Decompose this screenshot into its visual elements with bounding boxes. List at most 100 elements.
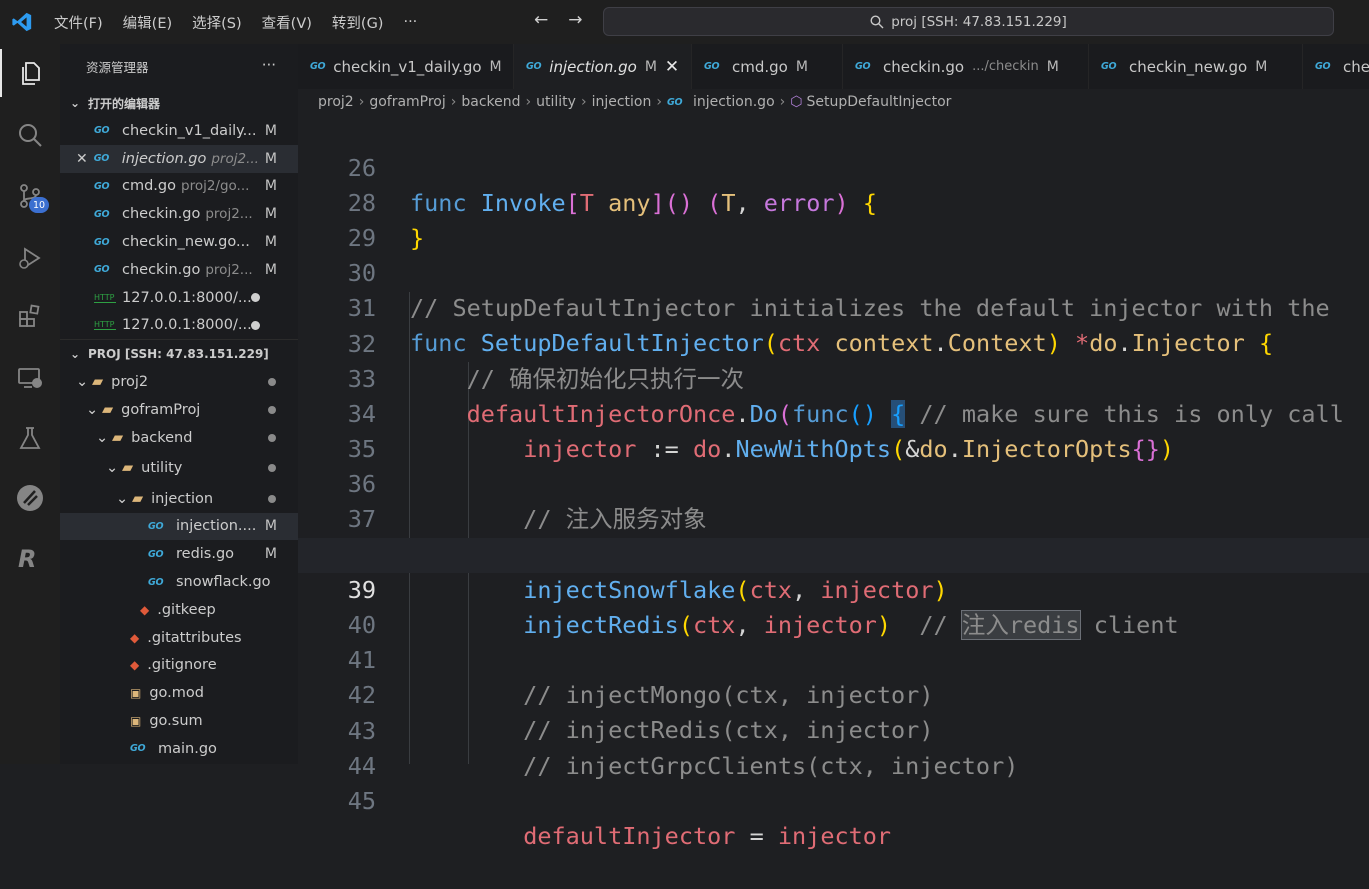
menu-go[interactable]: 转到(G) (322, 12, 394, 33)
project-section[interactable]: ⌄ PROJ [SSH: 47.83.151.229] (60, 339, 298, 368)
menu-more[interactable]: ··· (393, 14, 427, 30)
git-status-dot (268, 433, 276, 442)
modified-flag: M (1046, 58, 1059, 75)
tree-file[interactable]: GO main.go (60, 735, 298, 763)
editor-tabs: GO checkin_v1_daily.go M GO injection.go… (298, 44, 1369, 89)
go-file-icon: GO (94, 208, 110, 220)
chevron-down-icon: ⌄ (69, 96, 81, 110)
folder-open-icon: ▰ (122, 460, 134, 477)
folder-name: backend (131, 429, 193, 446)
forward-arrow-icon[interactable]: → (568, 10, 582, 30)
git-status-dot (268, 406, 276, 415)
go-extension-icon[interactable] (0, 474, 60, 522)
open-editor-item[interactable]: GO checkin.go proj2... M (60, 200, 298, 228)
code-line: 34 injector := do.NewWithOpts(&do.Inject… (298, 362, 1369, 463)
explorer-icon[interactable] (0, 49, 60, 97)
file-name: go.mod (149, 685, 204, 702)
breadcrumb-item[interactable]: proj2 (318, 94, 354, 110)
tree-folder[interactable]: ⌄ ▰ proj2 (60, 368, 298, 396)
git-status-dot (268, 464, 276, 473)
go-file-icon: GO (1101, 61, 1117, 72)
file-path: proj2/go... (181, 178, 250, 195)
tree-file[interactable]: ▣ go.mod (60, 679, 298, 707)
tab-label: checkin_v1_daily.go (333, 57, 482, 76)
file-name: .gitkeep (157, 601, 216, 618)
tab-cmd[interactable]: GO cmd.go M (692, 44, 843, 89)
tab-partial[interactable]: GO chec (1303, 44, 1369, 89)
go-file-icon: GO (94, 236, 110, 248)
open-editor-item[interactable]: HTTP 127.0.0.1:8000/... (60, 312, 298, 340)
close-icon[interactable]: ✕ (76, 151, 88, 167)
breadcrumb-item[interactable]: injection.go (693, 94, 775, 110)
code-line: 26 func Invoke[T any]() (T, error) { (298, 116, 1369, 217)
tree-file-selected[interactable]: GO injection.... M (60, 512, 298, 541)
source-control-icon[interactable]: 10 (0, 172, 60, 220)
menu-view[interactable]: 查看(V) (252, 12, 322, 33)
search-sidebar-icon[interactable] (0, 111, 60, 159)
go-file-icon: GO (130, 743, 146, 755)
chevron-right-icon: › (525, 94, 532, 110)
breadcrumb-item[interactable]: goframProj (369, 94, 445, 110)
open-editor-item[interactable]: GO checkin_v1_daily... M (60, 117, 298, 145)
open-editor-item[interactable]: GO checkin_new.go... M (60, 228, 298, 256)
tree-file[interactable]: GO snowflack.go (60, 568, 298, 596)
tab-checkin[interactable]: GO checkin.go .../checkin M (843, 44, 1089, 89)
back-arrow-icon[interactable]: ← (534, 10, 548, 30)
file-name: checkin.go (122, 206, 201, 223)
tree-folder[interactable]: ⌄ ▰ goframProj (60, 396, 298, 424)
code-line: 31 func SetupDefaultInjector(ctx context… (298, 256, 1369, 357)
go-file-icon: GO (704, 61, 720, 72)
extension-r-icon[interactable]: R (0, 534, 60, 582)
command-center-search[interactable]: proj [SSH: 47.83.151.229] (603, 7, 1334, 36)
code-line-current: 39 injectRedis(ctx, injector) // 注入redis… (298, 538, 1369, 640)
tree-folder[interactable]: ⌄ ▰ utility (60, 452, 298, 485)
folder-name: injection (151, 490, 214, 507)
chevron-down-icon: ⌄ (106, 460, 119, 477)
go-file-icon: GO (148, 520, 164, 532)
go-mod-icon: ▣ (130, 686, 142, 701)
breadcrumb-item[interactable]: utility (536, 94, 576, 110)
menu-edit[interactable]: 编辑(E) (113, 12, 182, 33)
go-file-icon: GO (855, 61, 871, 72)
folder-open-icon: ▰ (92, 374, 104, 391)
remote-explorer-icon[interactable] (0, 354, 60, 402)
tree-file[interactable]: ◆ .gitattributes (60, 624, 298, 652)
menu-selection[interactable]: 选择(S) (182, 12, 252, 33)
tree-folder[interactable]: ⌄ ▰ backend (60, 424, 298, 452)
search-icon (870, 14, 884, 28)
open-editors-section[interactable]: ⌄ 打开的编辑器 (60, 89, 298, 117)
tab-injection[interactable]: GO injection.go M ✕ (514, 44, 692, 89)
code-line: 44 (298, 714, 1369, 780)
go-file-icon: GO (148, 576, 164, 588)
run-debug-icon[interactable] (0, 234, 60, 282)
chevron-down-icon: ⌄ (96, 429, 109, 446)
menu-file[interactable]: 文件(F) (44, 12, 113, 33)
tree-folder[interactable]: ⌄ ▰ injection (60, 485, 298, 513)
go-file-icon: GO (1315, 61, 1331, 72)
tree-file[interactable]: ◆ .gitignore (60, 652, 298, 680)
chevron-down-icon: ⌄ (69, 347, 81, 362)
chevron-right-icon: › (779, 94, 786, 110)
tree-file[interactable]: ◆ .gitkeep (60, 596, 298, 624)
extensions-icon[interactable] (0, 292, 60, 340)
file-name: main.go (158, 740, 217, 757)
open-editor-item[interactable]: GO cmd.go proj2/go... M (60, 173, 298, 201)
tree-file[interactable]: GO redis.go M (60, 540, 298, 568)
breadcrumb-item[interactable]: backend (461, 94, 520, 110)
navigation-arrows: ← → (534, 10, 583, 30)
breadcrumb-item[interactable]: SetupDefaultInjector (806, 94, 951, 110)
close-tab-icon[interactable]: ✕ (665, 57, 679, 77)
file-name: .gitignore (147, 657, 217, 674)
git-file-icon: ◆ (140, 602, 150, 617)
testing-icon[interactable] (0, 414, 60, 462)
tab-label: cmd.go (732, 57, 788, 76)
line-number: 45 (347, 787, 376, 815)
open-editor-item[interactable]: HTTP 127.0.0.1:8000/... (60, 284, 298, 312)
breadcrumb-item[interactable]: injection (592, 94, 652, 110)
tree-file[interactable]: ▣ go.sum (60, 707, 298, 735)
open-editor-item-active[interactable]: ✕ GO injection.go proj2... M (60, 144, 298, 173)
open-editor-item[interactable]: GO checkin.go proj2... M (60, 256, 298, 284)
more-actions-icon[interactable]: ··· (262, 56, 276, 74)
tab-checkin-new[interactable]: GO checkin_new.go M (1089, 44, 1303, 89)
tab-checkin-v1-daily[interactable]: GO checkin_v1_daily.go M (298, 44, 514, 89)
